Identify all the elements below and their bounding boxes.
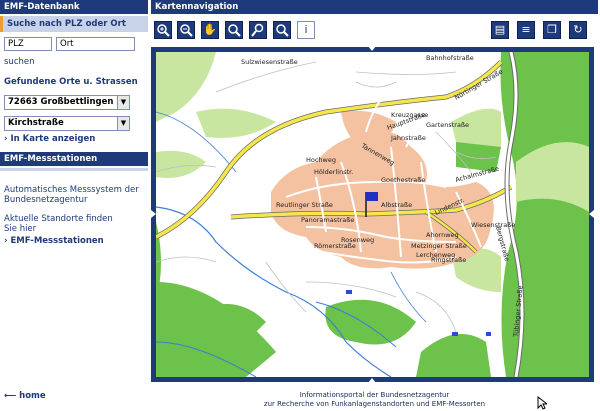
refresh-icon[interactable]: ↻ [569,21,587,39]
pan-south-icon[interactable] [368,378,376,383]
home-label: home [19,391,46,401]
mouse-cursor-icon [537,395,549,411]
chevron-right-icon: › [4,236,8,246]
show-map-label: In Karte anzeigen [10,134,96,144]
arrow-left-icon: ⟵ [4,391,17,401]
map-panel: Kartennavigation ✋ ⅰ ▤ ≡ ❐ ↻ Sulzwiesens… [151,0,598,411]
map-title: Kartennavigation [151,0,598,14]
db-title: EMF-Datenbank [0,0,148,14]
zoom-area-icon[interactable] [225,21,243,39]
plz-input[interactable]: PLZ [4,37,52,51]
pan-hand-icon[interactable]: ✋ [201,21,219,39]
pan-east-icon[interactable] [589,210,594,218]
place-select[interactable]: 72663 Großbettlingen ▼ [4,95,130,110]
map-label: Ahornweg [426,231,459,239]
left-panel: EMF-Datenbank Suche nach PLZ oder Ort PL… [0,0,148,411]
map-label: Reutlinger Straße [276,201,333,209]
stations-text-2: Aktuelle Standorte finden Sie hier [4,214,113,234]
measure-icon[interactable] [249,21,267,39]
divider [0,168,148,171]
copy-icon[interactable]: ❐ [543,21,561,39]
location-flag-icon [366,192,378,201]
home-link[interactable]: ⟵ home [4,391,46,401]
pan-north-icon[interactable] [368,46,376,51]
map-label: Hölderlinstr. [314,168,353,176]
map-label: Bahnhofstraße [426,54,474,62]
map-label: Römerstraße [314,242,356,250]
map-label: Metzinger Straße [411,242,467,250]
pond [486,332,491,336]
stations-link-label: EMF-Messstationen [10,236,104,246]
map-label: Panoramastraße [301,216,354,224]
pond [452,332,458,336]
search-heading: Suche nach PLZ oder Ort [0,16,148,32]
map-toolbar-right: ▤ ≡ ❐ ↻ [488,21,598,45]
footer-line-1: Informationsportal der Bundesnetzagentur [299,391,450,399]
pond [346,290,352,294]
map-toolbar: ✋ ⅰ [151,21,331,45]
chevron-down-icon[interactable]: ▼ [117,96,129,109]
street-select[interactable]: Kirchstraße ▼ [4,116,130,131]
stations-link[interactable]: › EMF-Messstationen [4,236,104,246]
stations-text-1: Automatisches Messsystem der Bundesnetza… [4,185,139,205]
place-select-value: 72663 Großbettlingen [8,97,114,107]
map-label: Gartenstraße [426,121,469,129]
map-canvas[interactable]: Sulzwiesenstraße Bahnhofstraße Nürtinger… [156,52,589,377]
footer: Informationsportal der Bundesnetzagentur… [151,391,598,409]
chevron-right-icon: › [4,134,8,144]
street-select-value: Kirchstraße [8,118,64,128]
search-link[interactable]: suchen [4,57,35,67]
map-label: Sulzwiesenstraße [241,58,298,66]
search-map-icon[interactable] [273,21,291,39]
map-label: Lerchenweg [416,251,455,259]
zoom-in-icon[interactable] [154,21,172,39]
map-label: Albstraße [381,201,412,209]
show-map-link[interactable]: › In Karte anzeigen [4,134,95,144]
footer-line-2: zur Recherche von Funkanlagenstandorten … [263,400,486,408]
map-label: Wiesenstraße [471,221,515,229]
zoom-out-icon[interactable] [177,21,195,39]
map-frame: Sulzwiesenstraße Bahnhofstraße Nürtinger… [151,46,594,383]
info-icon[interactable]: ⅰ [297,21,315,39]
stations-title: EMF-Messstationen [0,152,148,166]
print-icon[interactable]: ▤ [491,21,509,39]
list-icon[interactable]: ≡ [517,21,535,39]
map-label: Jahnstraße [390,134,426,142]
map-label: Goethestraße [381,176,425,184]
chevron-down-icon[interactable]: ▼ [117,117,129,130]
found-heading: Gefundene Orte u. Strassen [4,77,138,87]
map-label: Hochweg [306,156,336,164]
ort-input[interactable]: Ort [56,37,135,51]
